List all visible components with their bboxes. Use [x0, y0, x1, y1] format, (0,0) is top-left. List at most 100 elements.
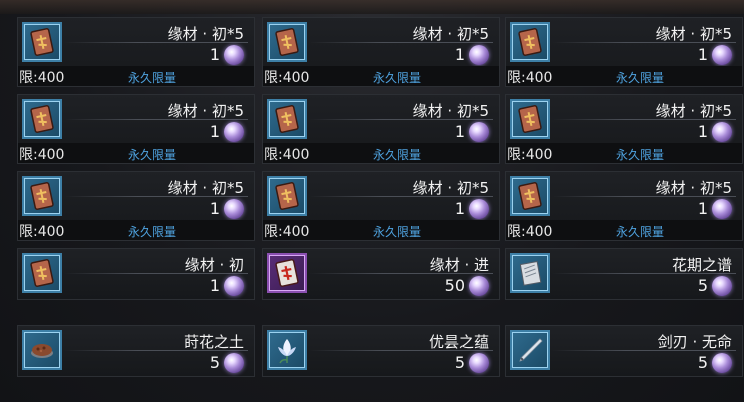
purchase-limit: 限:400	[507, 70, 553, 86]
rune-card-icon	[22, 22, 62, 62]
crystal-orb-icon	[469, 276, 489, 296]
crystal-orb-icon	[469, 122, 489, 142]
shop-item-card[interactable]: 缘材 · 初*5 1 限:400 永久限量	[262, 171, 500, 241]
shop-item-card[interactable]: 缘材 · 初*5 1 限:400 永久限量	[505, 171, 743, 241]
divider	[309, 196, 493, 197]
item-price: 1	[209, 199, 220, 218]
item-name: 缘材 · 初*5	[655, 102, 732, 120]
crystal-orb-icon	[712, 353, 732, 373]
crystal-orb-icon	[469, 199, 489, 219]
divider	[309, 350, 493, 351]
item-price: 1	[454, 45, 465, 64]
divider	[552, 196, 736, 197]
rune-card-icon	[22, 253, 62, 293]
item-name: 缘材 · 初*5	[412, 102, 489, 120]
crystal-orb-icon	[712, 276, 732, 296]
crystal-orb-icon	[712, 199, 732, 219]
rune-card-icon	[22, 176, 62, 216]
divider	[64, 119, 248, 120]
divider	[64, 196, 248, 197]
item-price: 1	[209, 276, 220, 295]
limit-type: 永久限量	[128, 148, 177, 162]
item-name: 缘材 · 初*5	[167, 179, 244, 197]
rune-card-icon	[267, 176, 307, 216]
item-price: 1	[697, 199, 708, 218]
item-name: 剑刃 · 无命	[657, 333, 732, 351]
crystal-orb-icon	[712, 122, 732, 142]
rune-card-icon	[22, 99, 62, 139]
item-name: 花期之谱	[671, 256, 732, 274]
divider	[552, 119, 736, 120]
purchase-limit: 限:400	[19, 224, 65, 240]
soil-bowl-icon	[22, 330, 62, 370]
purchase-limit: 限:400	[19, 147, 65, 163]
purchase-limit: 限:400	[264, 147, 310, 163]
item-name: 优昙之蕴	[428, 333, 489, 351]
divider	[64, 273, 248, 274]
divider	[64, 350, 248, 351]
crystal-orb-icon	[469, 45, 489, 65]
shop-item-card[interactable]: 缘材 · 初*5 1 限:400 永久限量	[505, 17, 743, 87]
score-sheet-icon	[510, 253, 550, 293]
shop-item-card[interactable]: 缘材 · 进 50	[262, 248, 500, 300]
shop-item-card[interactable]: 缘材 · 初 1	[17, 248, 255, 300]
shop-panel: 缘材 · 初*5 1 限:400 永久限量 缘材 · 初*5 1 限:400 永…	[0, 0, 744, 402]
limit-type: 永久限量	[616, 225, 665, 239]
shop-item-card[interactable]: 缘材 · 初*5 1 限:400 永久限量	[262, 94, 500, 164]
item-price: 1	[209, 45, 220, 64]
shop-item-card[interactable]: 缘材 · 初*5 1 限:400 永久限量	[17, 94, 255, 164]
rune-card-icon	[267, 22, 307, 62]
red-rune-card-icon	[267, 253, 307, 293]
shop-item-card[interactable]: 缘材 · 初*5 1 限:400 永久限量	[505, 94, 743, 164]
limit-type: 永久限量	[616, 71, 665, 85]
divider	[552, 273, 736, 274]
item-price: 1	[454, 122, 465, 141]
item-price: 5	[697, 276, 708, 295]
item-price: 1	[454, 199, 465, 218]
crystal-orb-icon	[469, 353, 489, 373]
divider	[309, 273, 493, 274]
item-name: 缘材 · 初*5	[655, 179, 732, 197]
purchase-limit: 限:400	[19, 70, 65, 86]
item-price: 1	[697, 45, 708, 64]
item-price: 50	[444, 276, 465, 295]
item-name: 莳花之土	[183, 333, 244, 351]
shop-item-card[interactable]: 剑刃 · 无命 5	[505, 325, 743, 377]
purchase-limit: 限:400	[507, 147, 553, 163]
blade-icon	[510, 330, 550, 370]
crystal-orb-icon	[224, 276, 244, 296]
divider	[64, 42, 248, 43]
purchase-limit: 限:400	[264, 70, 310, 86]
crystal-orb-icon	[712, 45, 732, 65]
shop-item-card[interactable]: 缘材 · 初*5 1 限:400 永久限量	[262, 17, 500, 87]
lotus-flower-icon	[267, 330, 307, 370]
purchase-limit: 限:400	[264, 224, 310, 240]
item-price: 5	[454, 353, 465, 372]
divider	[552, 350, 736, 351]
item-name: 缘材 · 初*5	[655, 25, 732, 43]
limit-type: 永久限量	[373, 148, 422, 162]
limit-type: 永久限量	[373, 225, 422, 239]
item-name: 缘材 · 初*5	[412, 179, 489, 197]
item-name: 缘材 · 初*5	[412, 25, 489, 43]
limit-type: 永久限量	[128, 71, 177, 85]
item-name: 缘材 · 初*5	[167, 102, 244, 120]
limit-type: 永久限量	[128, 225, 177, 239]
rune-card-icon	[510, 176, 550, 216]
top-banner-strip	[0, 0, 744, 14]
item-name: 缘材 · 初*5	[167, 25, 244, 43]
shop-item-card[interactable]: 优昙之蕴 5	[262, 325, 500, 377]
shop-item-card[interactable]: 缘材 · 初*5 1 限:400 永久限量	[17, 171, 255, 241]
crystal-orb-icon	[224, 45, 244, 65]
item-price: 5	[697, 353, 708, 372]
crystal-orb-icon	[224, 199, 244, 219]
divider	[309, 119, 493, 120]
divider	[309, 42, 493, 43]
item-price: 1	[209, 122, 220, 141]
shop-item-card[interactable]: 缘材 · 初*5 1 限:400 永久限量	[17, 17, 255, 87]
item-name: 缘材 · 进	[429, 256, 489, 274]
shop-item-card[interactable]: 花期之谱 5	[505, 248, 743, 300]
shop-item-card[interactable]: 莳花之土 5	[17, 325, 255, 377]
rune-card-icon	[267, 99, 307, 139]
rune-card-icon	[510, 22, 550, 62]
